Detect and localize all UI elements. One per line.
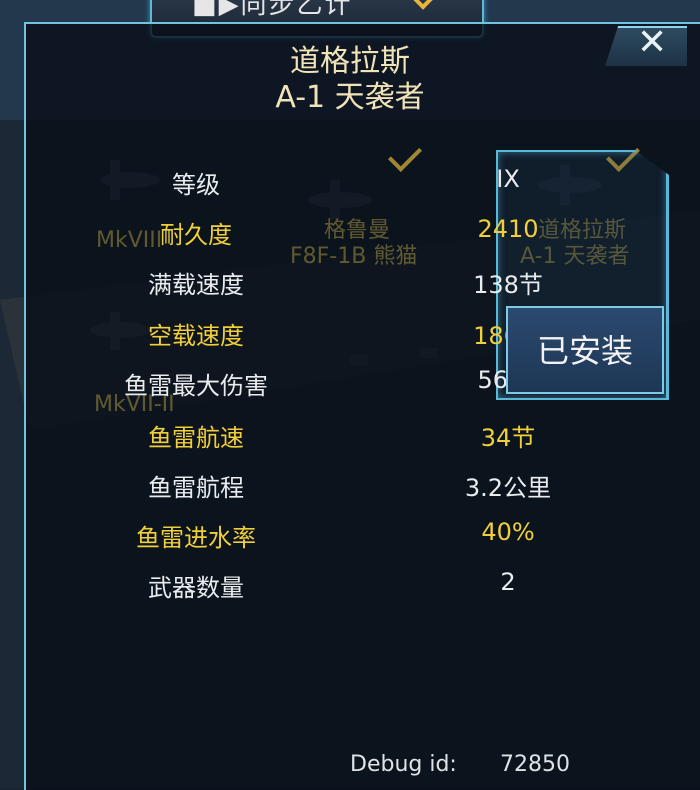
stat-value-durability: 2410 — [477, 215, 539, 243]
stat-value-loaded-speed: 138节 — [473, 271, 543, 299]
stat-label-loaded-speed: 满载速度 — [148, 271, 244, 299]
stat-value-torpedo-speed: 34节 — [480, 424, 536, 452]
stat-value-flooding-rate: 40% — [481, 518, 535, 546]
stat-label-torpedo-range: 鱼雷航程 — [148, 474, 244, 502]
stat-label-torpedo-damage: 鱼雷最大伤害 — [124, 372, 268, 400]
aircraft-title-line2: A-1 天袭者 — [275, 80, 425, 115]
stat-label-torpedo-speed: 鱼雷航速 — [148, 424, 244, 452]
stat-label-empty-speed: 空载速度 — [148, 322, 244, 350]
debug-id-value: 72850 — [500, 752, 570, 777]
stat-value-weapon-count: 2 — [500, 568, 516, 596]
stat-label-durability: 耐久度 — [160, 221, 232, 249]
stat-label-flooding-rate: 鱼雷进水率 — [136, 524, 256, 552]
debug-id-label: Debug id: — [350, 752, 457, 777]
stat-label-weapon-count: 武器数量 — [148, 574, 244, 602]
stat-value-level: IX — [496, 165, 520, 193]
stat-value-torpedo-range: 3.2公里 — [464, 474, 552, 502]
stat-label-level: 等级 — [172, 171, 220, 199]
installed-button-label: 已安装 — [536, 332, 633, 370]
installed-button[interactable]: 已安装 — [506, 306, 664, 394]
chevron-down-icon — [410, 0, 436, 10]
top-tab-label: ■▶同步乙计 — [192, 0, 353, 20]
